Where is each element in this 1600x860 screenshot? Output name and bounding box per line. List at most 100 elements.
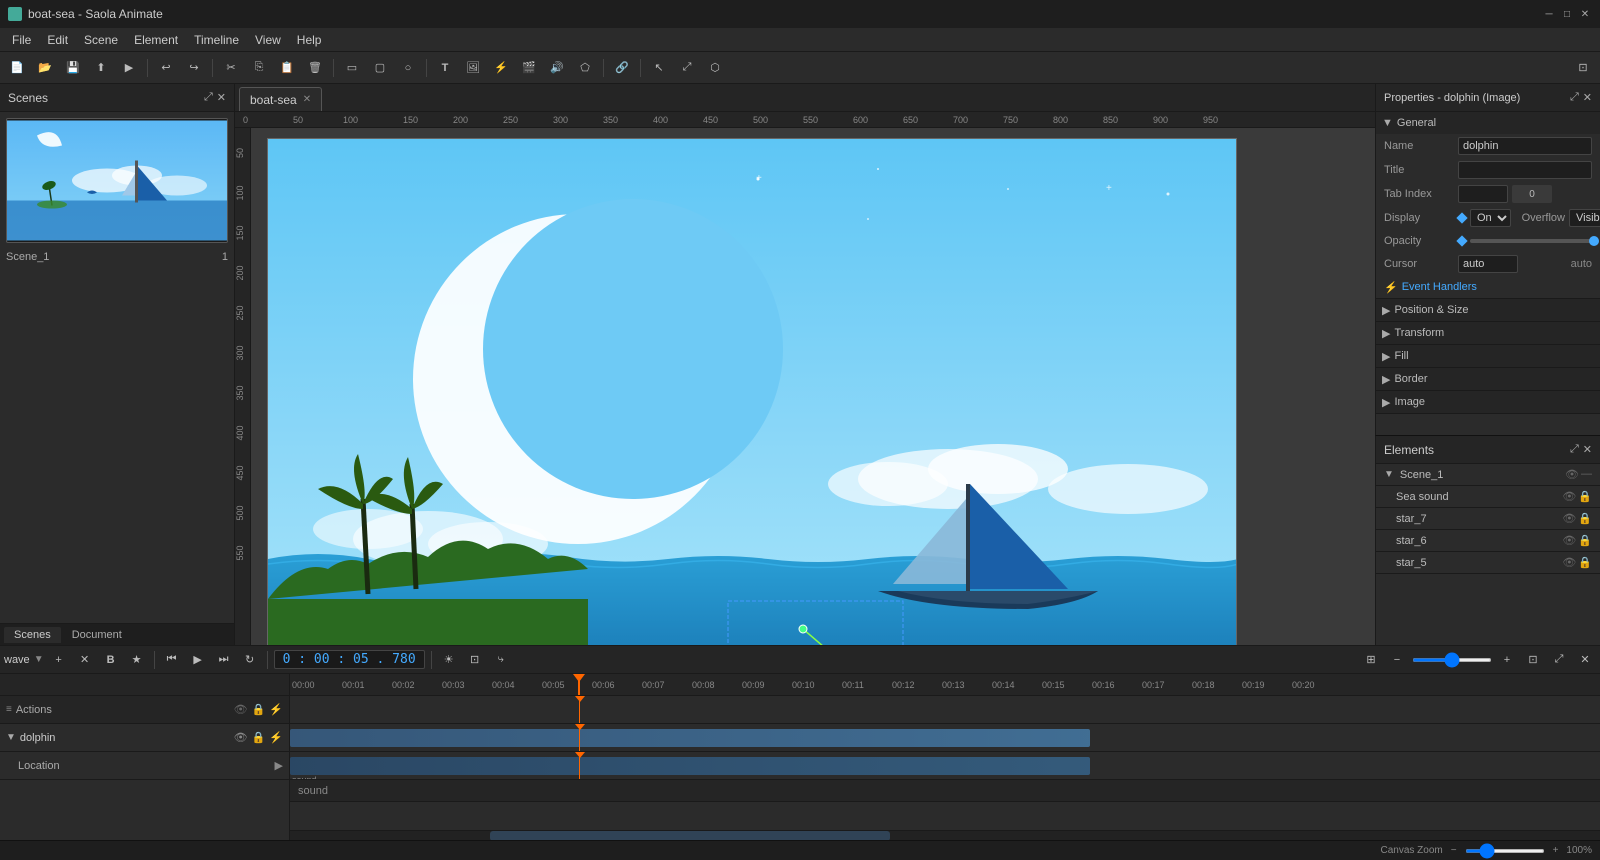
eye-icon[interactable]: 👁 — [1565, 468, 1579, 481]
canvas-zoom-slider[interactable] — [1465, 849, 1545, 853]
fit-view-btn[interactable]: ⊡ — [1570, 56, 1596, 80]
tab-document[interactable]: Document — [62, 627, 132, 643]
menu-file[interactable]: File — [4, 31, 39, 49]
save-btn[interactable]: 💾 — [60, 56, 86, 80]
img-tool[interactable]: 🖼 — [460, 56, 486, 80]
transform-header[interactable]: ▶ Transform — [1376, 322, 1600, 344]
zoom-minus-btn[interactable]: − — [1451, 845, 1457, 856]
fill-header[interactable]: ▶ Fill — [1376, 345, 1600, 367]
actions-lock-icon[interactable]: 🔒 — [252, 703, 266, 716]
dolphin-bolt-icon[interactable]: ⚡ — [269, 731, 283, 744]
rounded-rect-tool[interactable]: ▢ — [367, 56, 393, 80]
ellipse-tool[interactable]: ○ — [395, 56, 421, 80]
expand-props-btn[interactable]: ⤢ — [1570, 91, 1579, 104]
preview-btn[interactable]: ▶ — [116, 56, 142, 80]
menu-edit[interactable]: Edit — [39, 31, 76, 49]
opacity-slider[interactable] — [1470, 239, 1599, 243]
redo-btn[interactable]: ↪ — [181, 56, 207, 80]
add-track-btn[interactable]: + — [48, 649, 70, 671]
menu-timeline[interactable]: Timeline — [186, 31, 247, 49]
menu-scene[interactable]: Scene — [76, 31, 126, 49]
close-elements-btn[interactable]: ✕ — [1583, 443, 1592, 456]
dolphin-track-bar[interactable] — [290, 729, 1090, 747]
star5-eye-icon[interactable]: 👁 — [1562, 556, 1576, 569]
actions-bolt-icon[interactable]: ⚡ — [269, 703, 283, 716]
bold-btn[interactable]: B — [100, 649, 122, 671]
motion-path-btn[interactable]: ⤷ — [490, 649, 512, 671]
shape-tool[interactable]: ⬠ — [572, 56, 598, 80]
display-select[interactable]: On Off — [1470, 209, 1511, 227]
sprite-tool[interactable]: ⚡ — [488, 56, 514, 80]
position-size-header[interactable]: ▶ Position & Size — [1376, 299, 1600, 321]
title-input[interactable] — [1458, 161, 1592, 179]
event-handlers-label[interactable]: Event Handlers — [1402, 281, 1477, 293]
scene-canvas[interactable]: + + — [267, 138, 1237, 645]
cursor-input[interactable] — [1458, 255, 1518, 273]
wave-dropdown-btn[interactable]: ▼ — [34, 654, 44, 665]
open-btn[interactable]: 📂 — [32, 56, 58, 80]
expand-elements-btn[interactable]: ⤢ — [1570, 443, 1579, 456]
video-tool[interactable]: 🎬 — [516, 56, 542, 80]
scenes-controls[interactable]: ⤢ ✕ — [204, 91, 226, 104]
zoom-out-btn[interactable]: − — [1386, 649, 1408, 671]
tab-close-btn[interactable]: ✕ — [303, 94, 311, 105]
element-star5[interactable]: star_5 👁 🔒 — [1376, 552, 1600, 574]
tab-scenes[interactable]: Scenes — [4, 627, 61, 643]
delete-track-btn[interactable]: ✕ — [74, 649, 96, 671]
scene-thumbnail[interactable] — [6, 118, 228, 243]
next-keyframe-btn[interactable]: ⏭ — [213, 649, 235, 671]
expand-scenes-btn[interactable]: ⤢ — [204, 91, 213, 104]
tabindex-btn[interactable]: 0 — [1512, 185, 1552, 203]
prev-keyframe-btn[interactable]: ⏮ — [161, 649, 183, 671]
loop-btn[interactable]: ↻ — [239, 649, 261, 671]
close-timeline-btn[interactable]: ✕ — [1574, 649, 1596, 671]
element-scene1[interactable]: ▼ Scene_1 👁 — — [1376, 464, 1600, 486]
star7-eye-icon[interactable]: 👁 — [1562, 512, 1576, 525]
border-header[interactable]: ▶ Border — [1376, 368, 1600, 390]
expand-timeline-btn[interactable]: ⤢ — [1548, 649, 1570, 671]
name-input[interactable] — [1458, 137, 1592, 155]
menu-view[interactable]: View — [247, 31, 289, 49]
close-props-btn[interactable]: ✕ — [1583, 91, 1592, 104]
dolphin-lock-icon[interactable]: 🔒 — [252, 731, 266, 744]
copy-btn[interactable]: ⎘ — [246, 56, 272, 80]
window-controls[interactable]: ─ □ ✕ — [1542, 7, 1592, 21]
actions-track-collapse[interactable]: ≡ — [6, 704, 12, 715]
close-btn[interactable]: ✕ — [1578, 7, 1592, 21]
timeline-scrollbar[interactable] — [290, 830, 1600, 840]
fit-timeline-btn[interactable]: ⊡ — [1522, 649, 1544, 671]
lock-icon[interactable]: — — [1581, 468, 1592, 481]
element-star6[interactable]: star_6 👁 🔒 — [1376, 530, 1600, 552]
select-tool[interactable]: ↖ — [646, 56, 672, 80]
play-btn[interactable]: ▶ — [187, 649, 209, 671]
star6-lock-icon[interactable]: 🔒 — [1578, 534, 1592, 547]
export-btn[interactable]: ⬆ — [88, 56, 114, 80]
maximize-btn[interactable]: □ — [1560, 7, 1574, 21]
element-seasound[interactable]: Sea sound 👁 🔒 — [1376, 486, 1600, 508]
menu-element[interactable]: Element — [126, 31, 186, 49]
zoom-slider[interactable] — [1412, 658, 1492, 662]
general-section-header[interactable]: ▼ General — [1376, 112, 1600, 134]
snap-btn[interactable]: ⊡ — [464, 649, 486, 671]
tabindex-input[interactable] — [1458, 185, 1508, 203]
minimize-btn[interactable]: ─ — [1542, 7, 1556, 21]
seasound-lock-icon[interactable]: 🔒 — [1578, 490, 1592, 503]
dolphin-eye-icon[interactable]: 👁 — [234, 731, 248, 744]
actions-eye-icon[interactable]: 👁 — [234, 703, 248, 716]
text-tool[interactable]: T — [432, 56, 458, 80]
close-scenes-btn[interactable]: ✕ — [217, 91, 226, 104]
paste-btn[interactable]: 📋 — [274, 56, 300, 80]
zoom-grid-btn[interactable]: ⊞ — [1360, 649, 1382, 671]
rect-tool[interactable]: ▭ — [339, 56, 365, 80]
link-tool[interactable]: 🔗 — [609, 56, 635, 80]
star7-lock-icon[interactable]: 🔒 — [1578, 512, 1592, 525]
audio-tool[interactable]: 🔊 — [544, 56, 570, 80]
undo-btn[interactable]: ↩ — [153, 56, 179, 80]
transform-tool[interactable]: ⤢ — [674, 56, 700, 80]
dolphin-expand-icon[interactable]: ▼ — [6, 732, 16, 743]
seasound-eye-icon[interactable]: 👁 — [1562, 490, 1576, 503]
new-btn[interactable]: 📄 — [4, 56, 30, 80]
settings-btn[interactable]: ☀ — [438, 649, 460, 671]
location-expand-icon[interactable]: ▶ — [275, 759, 283, 772]
zoom-plus-btn[interactable]: + — [1553, 845, 1559, 856]
